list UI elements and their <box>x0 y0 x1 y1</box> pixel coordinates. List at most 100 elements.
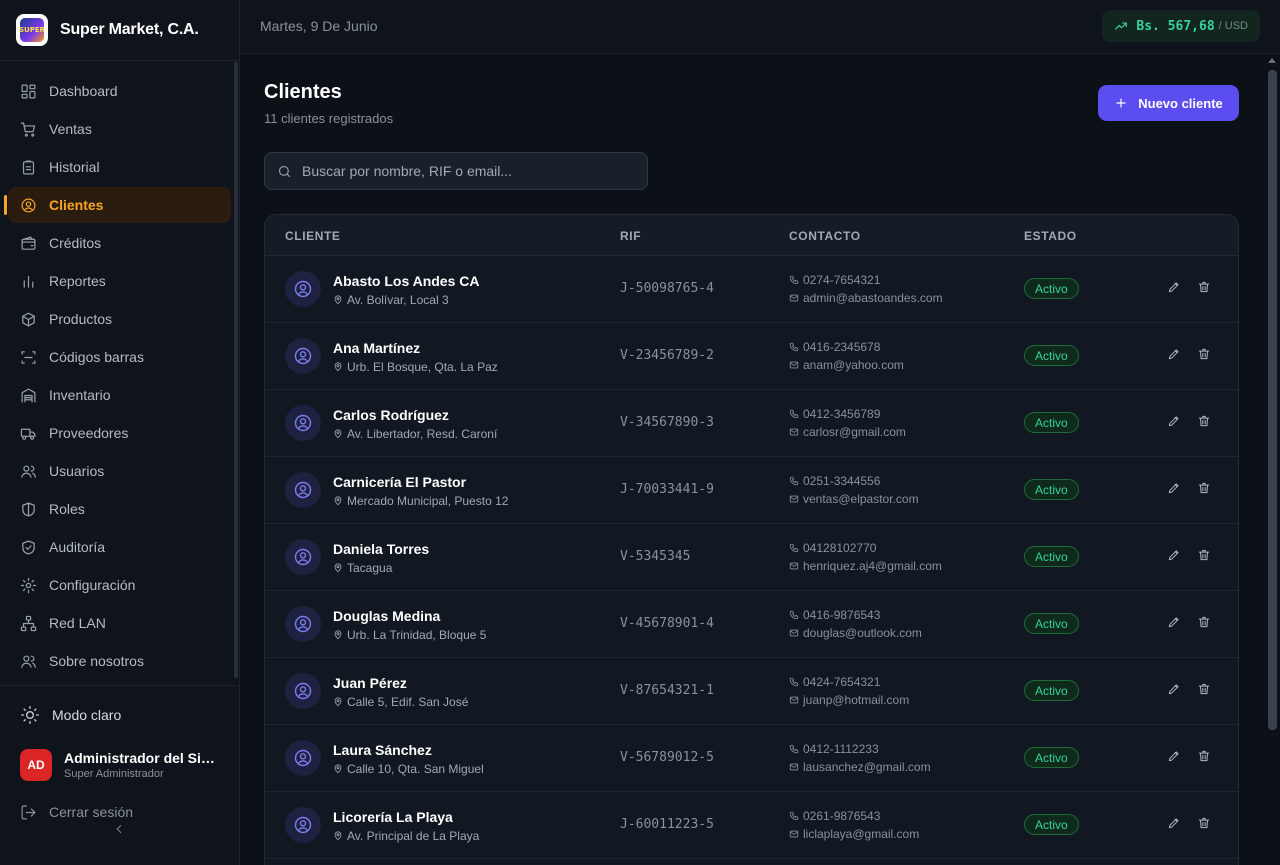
theme-toggle[interactable]: Modo claro <box>0 686 239 744</box>
header-rif[interactable]: RIF <box>620 229 641 243</box>
sidebar-item-label: Proveedores <box>49 425 129 441</box>
client-address-text: Calle 5, Edif. San José <box>347 695 469 709</box>
search-box <box>264 152 648 190</box>
user-circle-icon <box>294 548 312 566</box>
edit-button[interactable] <box>1167 749 1185 767</box>
new-client-button[interactable]: Nuevo cliente <box>1098 85 1239 121</box>
client-email: liclaplaya@gmail.com <box>789 827 919 841</box>
client-avatar <box>285 338 321 374</box>
main-scrollbar-thumb[interactable] <box>1268 70 1277 730</box>
client-phone: 0412-3456789 <box>789 407 880 421</box>
search-input[interactable] <box>302 163 632 179</box>
phone-icon <box>789 476 799 486</box>
user-name: Administrador del Sistema <box>64 750 216 766</box>
user-profile[interactable]: AD Administrador del Sistema Super Admin… <box>0 744 239 786</box>
scroll-up-arrow[interactable] <box>1268 58 1276 63</box>
table-row[interactable]: Carnicería El Pastor Mercado Municipal, P… <box>265 457 1238 524</box>
delete-button[interactable] <box>1197 280 1215 298</box>
client-name: Carnicería El Pastor <box>333 474 467 490</box>
edit-button[interactable] <box>1167 548 1185 566</box>
client-rif: J-50098765-4 <box>620 281 714 296</box>
sidebar-item-historial[interactable]: Historial <box>8 149 231 185</box>
delete-button[interactable] <box>1197 749 1215 767</box>
dashboard-icon <box>21 84 36 98</box>
client-address-text: Calle 10, Qta. San Miguel <box>347 762 484 776</box>
table-row[interactable]: Laura Sánchez Calle 10, Qta. San Miguel V-… <box>265 725 1238 792</box>
table-row[interactable]: Douglas Medina Urb. La Trinidad, Bloque 5… <box>265 591 1238 658</box>
sidebar-item-label: Inventario <box>49 387 111 403</box>
delete-button[interactable] <box>1197 481 1215 499</box>
sidebar-scrollbar[interactable] <box>234 62 238 678</box>
sidebar-item-codigos[interactable]: Códigos barras <box>8 339 231 375</box>
client-address-text: Av. Bolívar, Local 3 <box>347 293 449 307</box>
wallet-icon <box>21 236 36 250</box>
edit-button[interactable] <box>1167 816 1185 834</box>
mail-icon <box>789 696 799 704</box>
table-row[interactable]: Daniela Torres Tacagua V-5345345 0412810277… <box>265 524 1238 591</box>
map-pin-icon <box>334 362 342 372</box>
client-avatar <box>285 405 321 441</box>
sidebar-item-productos[interactable]: Productos <box>8 301 231 337</box>
sidebar-item-inventario[interactable]: Inventario <box>8 377 231 413</box>
header-estado[interactable]: ESTADO <box>1024 229 1077 243</box>
brand-logo[interactable]: SUPER <box>16 14 48 46</box>
header-cliente[interactable]: CLIENTE <box>285 229 341 243</box>
client-address: Mercado Municipal, Puesto 12 <box>333 494 508 508</box>
client-phone-text: 0416-9876543 <box>803 608 881 622</box>
delete-button[interactable] <box>1197 548 1215 566</box>
client-name: Abasto Los Andes CA <box>333 273 480 289</box>
sidebar-item-configuracion[interactable]: Configuración <box>8 567 231 603</box>
user-circle-icon <box>21 198 36 212</box>
table-row[interactable]: Carlos Rodríguez Av. Libertador, Resd. Ca… <box>265 390 1238 457</box>
delete-button[interactable] <box>1197 682 1215 700</box>
pencil-icon <box>1168 282 1179 293</box>
sidebar-item-label: Auditoría <box>49 539 106 555</box>
edit-button[interactable] <box>1167 682 1185 700</box>
delete-button[interactable] <box>1197 816 1215 834</box>
sidebar-item-proveedores[interactable]: Proveedores <box>8 415 231 451</box>
sidebar-item-auditoria[interactable]: Auditoría <box>8 529 231 565</box>
sidebar-item-usuarios[interactable]: Usuarios <box>8 453 231 489</box>
status-badge: Activo <box>1024 278 1079 299</box>
client-address-text: Urb. La Trinidad, Bloque 5 <box>347 628 487 642</box>
main-content: Clientes 11 clientes registrados Nuevo c… <box>240 55 1266 865</box>
client-rif: V-56789012-5 <box>620 750 714 765</box>
delete-button[interactable] <box>1197 347 1215 365</box>
sidebar-item-redlan[interactable]: Red LAN <box>8 605 231 641</box>
sidebar-item-reportes[interactable]: Reportes <box>8 263 231 299</box>
collapse-sidebar-button[interactable] <box>112 822 128 838</box>
warehouse-icon <box>21 388 36 402</box>
client-email-text: ventas@elpastor.com <box>803 492 919 506</box>
new-client-label: Nuevo cliente <box>1138 95 1223 111</box>
map-pin-icon <box>334 764 342 774</box>
client-phone: 0412-1112233 <box>789 742 879 756</box>
trash-icon <box>1198 817 1210 829</box>
delete-button[interactable] <box>1197 414 1215 432</box>
header-contacto[interactable]: CONTACTO <box>789 229 861 243</box>
sidebar-item-label: Historial <box>49 159 100 175</box>
delete-button[interactable] <box>1197 615 1215 633</box>
edit-button[interactable] <box>1167 481 1185 499</box>
sidebar-item-clientes[interactable]: Clientes <box>4 187 231 223</box>
pencil-icon <box>1168 349 1179 360</box>
client-address: Tacagua <box>333 561 392 575</box>
table-row[interactable]: Licorería La Playa Av. Principal de La Pl… <box>265 792 1238 859</box>
logout-label: Cerrar sesión <box>49 804 134 820</box>
table-row[interactable]: Ana Martínez Urb. El Bosque, Qta. La Paz V… <box>265 323 1238 390</box>
edit-button[interactable] <box>1167 280 1185 298</box>
edit-button[interactable] <box>1167 347 1185 365</box>
phone-icon <box>789 677 799 687</box>
edit-button[interactable] <box>1167 615 1185 633</box>
table-row[interactable]: Juan Pérez Calle 5, Edif. San José V-87654… <box>265 658 1238 725</box>
sidebar-item-dashboard[interactable]: Dashboard <box>8 73 231 109</box>
status-badge: Activo <box>1024 546 1079 567</box>
sidebar-item-ventas[interactable]: Ventas <box>8 111 231 147</box>
trash-icon <box>1198 281 1210 293</box>
sidebar-item-sobre[interactable]: Sobre nosotros <box>8 643 231 679</box>
edit-button[interactable] <box>1167 414 1185 432</box>
client-avatar <box>285 539 321 575</box>
sidebar-item-roles[interactable]: Roles <box>8 491 231 527</box>
client-rif: J-70033441-9 <box>620 482 714 497</box>
table-row[interactable]: Abasto Los Andes CA Av. Bolívar, Local 3 J… <box>265 256 1238 323</box>
sidebar-item-creditos[interactable]: Créditos <box>8 225 231 261</box>
